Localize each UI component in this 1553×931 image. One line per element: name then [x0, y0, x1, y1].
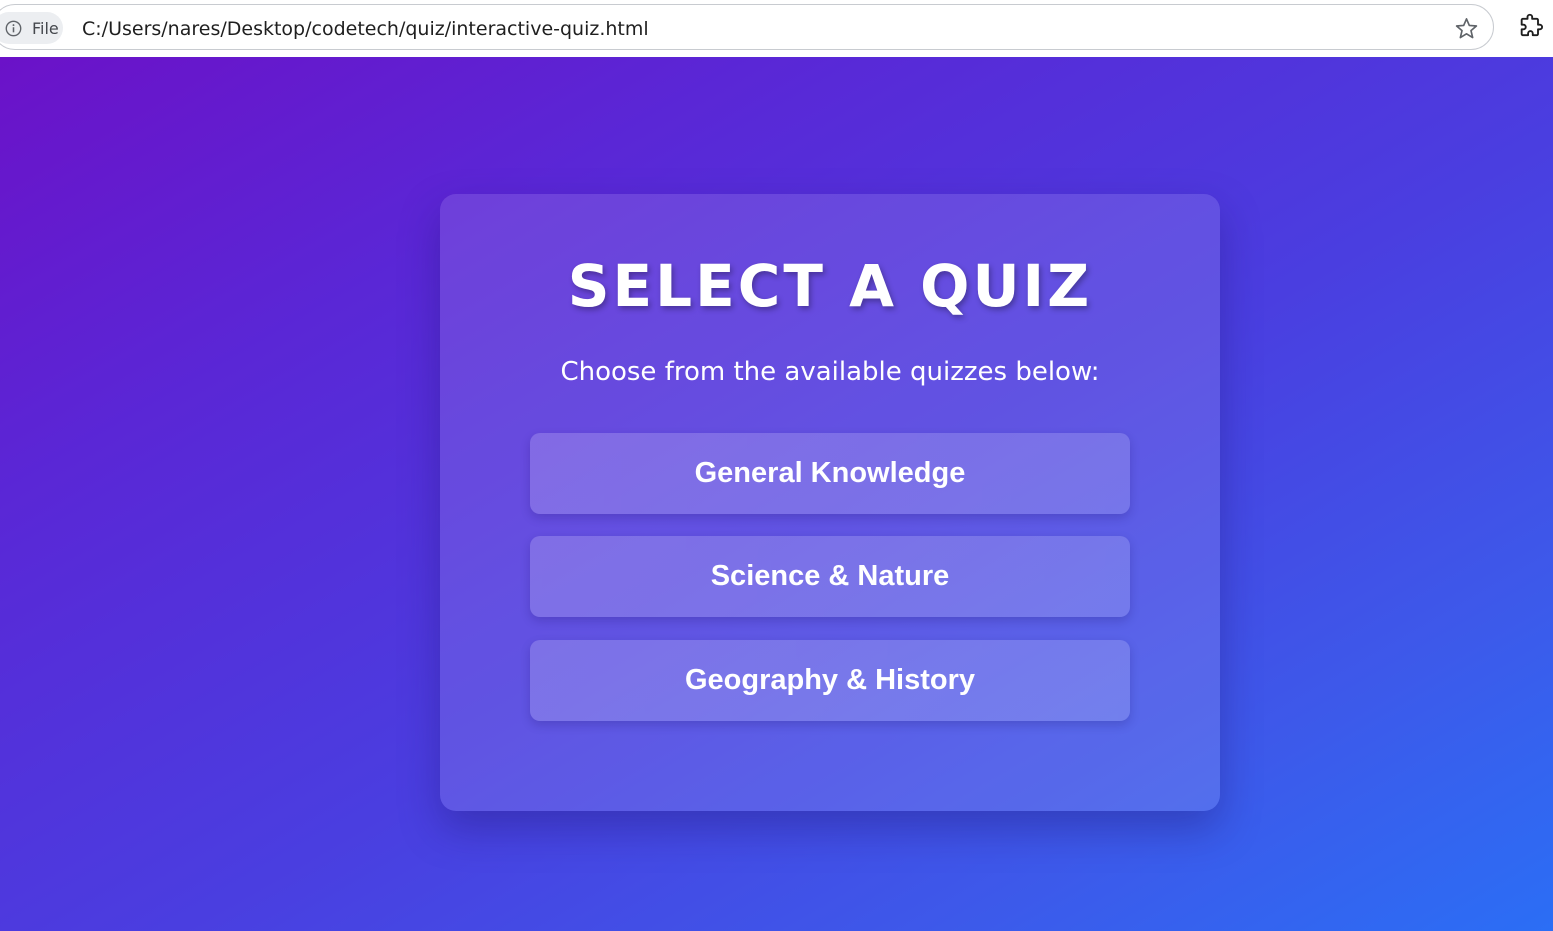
- extensions-icon[interactable]: [1517, 13, 1545, 41]
- page-title: SELECT A QUIZ: [567, 252, 1093, 320]
- star-icon[interactable]: [1454, 16, 1479, 41]
- quiz-button-geography-history[interactable]: Geography & History: [530, 640, 1130, 721]
- info-icon: [5, 20, 22, 37]
- address-bar[interactable]: File C:/Users/nares/Desktop/codetech/qui…: [0, 4, 1494, 50]
- browser-toolbar: File C:/Users/nares/Desktop/codetech/qui…: [0, 0, 1553, 57]
- site-info-chip[interactable]: File: [0, 12, 63, 44]
- page-background: SELECT A QUIZ Choose from the available …: [0, 57, 1553, 931]
- quiz-button-general-knowledge[interactable]: General Knowledge: [530, 433, 1130, 514]
- site-info-label: File: [32, 19, 59, 38]
- url-text[interactable]: C:/Users/nares/Desktop/codetech/quiz/int…: [82, 18, 649, 40]
- quiz-button-science-nature[interactable]: Science & Nature: [530, 536, 1130, 617]
- page-subtitle: Choose from the available quizzes below:: [560, 357, 1100, 387]
- quiz-list: General Knowledge Science & Nature Geogr…: [530, 433, 1130, 743]
- quiz-selection-card: SELECT A QUIZ Choose from the available …: [440, 194, 1220, 811]
